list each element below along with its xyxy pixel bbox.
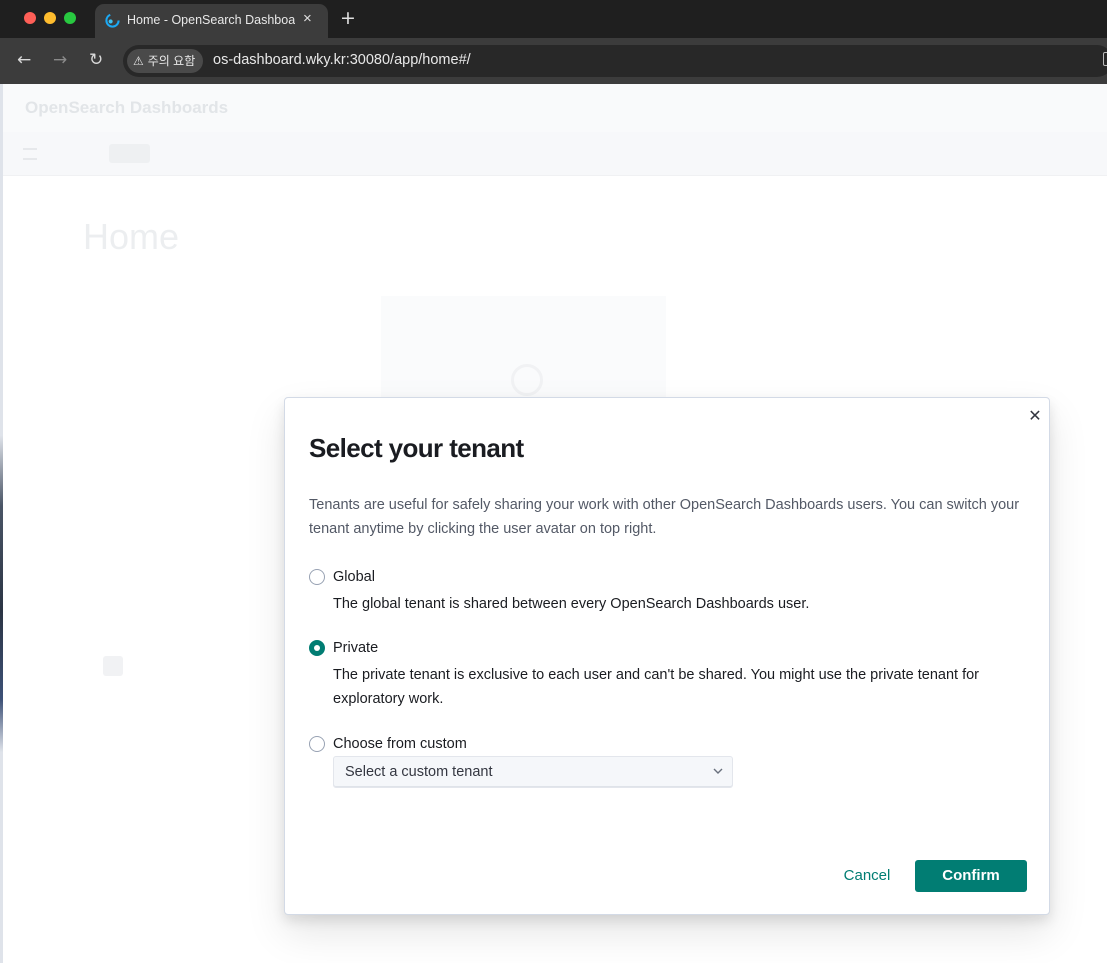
browser-tab-bar: Home - OpenSearch Dashboards × + [0, 0, 1107, 38]
tab-close-icon[interactable]: × [303, 10, 312, 27]
browser-tab-home[interactable]: Home - OpenSearch Dashboards × [95, 4, 328, 38]
ingest-heading [83, 596, 89, 619]
browser-nav-bar: ← → ↻ ⚠ 주의 요함 os-dashboard.wky.kr:30080/a… [0, 38, 1107, 84]
menu-icon[interactable] [23, 148, 37, 160]
private-label[interactable]: Private [333, 639, 378, 657]
warning-icon: ⚠ [133, 54, 144, 68]
window-maximize-button[interactable] [64, 12, 76, 24]
confirm-button[interactable]: Confirm [915, 860, 1027, 892]
window-minimize-button[interactable] [44, 12, 56, 24]
page-subheader [3, 132, 1107, 176]
reload-icon[interactable]: ↻ [89, 50, 103, 70]
window-close-button[interactable] [24, 12, 36, 24]
forward-arrow-icon[interactable]: → [53, 50, 67, 70]
global-radio[interactable] [309, 569, 325, 585]
back-arrow-icon[interactable]: ← [17, 50, 31, 70]
close-icon[interactable]: ✕ [1025, 406, 1045, 426]
private-help-text: The private tenant is exclusive to each … [333, 667, 980, 707]
page-header: OpenSearch Dashboards [3, 84, 1107, 132]
opensearch-favicon-icon [105, 13, 120, 28]
private-radio[interactable] [309, 640, 325, 656]
custom-tenant-placeholder: Select a custom tenant [345, 764, 493, 780]
tenant-select-modal: ✕ Select your tenant Tenants are useful … [284, 397, 1050, 915]
new-tab-icon[interactable]: + [340, 7, 356, 29]
custom-tenant-select[interactable]: Select a custom tenant [333, 756, 733, 788]
chevron-down-icon [713, 768, 723, 774]
sample-data-icon [103, 656, 123, 676]
page-title: Home [83, 216, 180, 257]
breadcrumb [109, 144, 151, 163]
cancel-button[interactable]: Cancel [832, 860, 902, 892]
modal-title: Select your tenant [309, 433, 524, 463]
security-chip-label: 주의 요함 [147, 54, 196, 68]
custom-label[interactable]: Choose from custom [333, 735, 467, 753]
custom-radio[interactable] [309, 736, 325, 752]
modal-description: Tenants are useful for safely sharing yo… [309, 497, 1020, 537]
hero-panel [381, 296, 666, 406]
security-warning-chip[interactable]: ⚠ 주의 요함 [127, 49, 204, 73]
browser-menu-icon[interactable] [1103, 52, 1107, 66]
opensearch-logo: OpenSearch Dashboards [25, 98, 229, 117]
global-help-text: The global tenant is shared between ever… [333, 596, 810, 612]
address-bar[interactable]: ⚠ 주의 요함 os-dashboard.wky.kr:30080/app/hom… [123, 45, 1107, 77]
global-label[interactable]: Global [333, 568, 375, 586]
opensearch-hero-icon [511, 364, 543, 396]
url-text[interactable]: os-dashboard.wky.kr:30080/app/home#/ [213, 52, 471, 68]
tab-title: Home - OpenSearch Dashboards [127, 13, 295, 27]
